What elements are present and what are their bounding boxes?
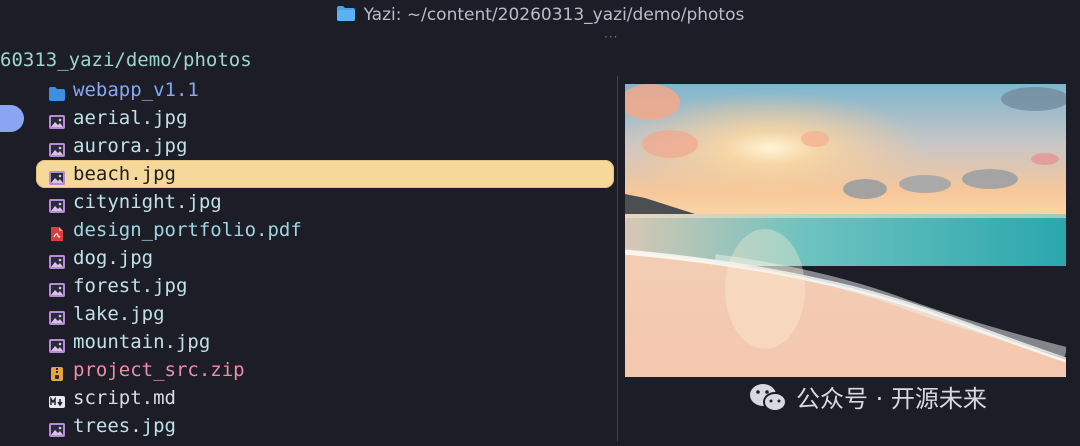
parent-pane-selection[interactable] [0,105,24,132]
watermark: 公众号 · 开源未来 [748,382,987,422]
window-titlebar: Yazi: ~/content/20260313_yazi/demo/photo… [0,0,1080,30]
file-name: forest.jpg [73,275,188,297]
file-row[interactable]: aurora.jpg [36,132,614,160]
file-row[interactable]: forest.jpg [36,272,614,300]
pane-overflow-dots: ··· [604,30,619,44]
file-row[interactable]: webapp_v1.1 [36,76,614,104]
wechat-icon [748,382,788,422]
file-name: mountain.jpg [73,331,211,353]
pdf-icon [48,222,66,241]
file-name: aurora.jpg [73,135,188,157]
pane-divider [617,76,618,442]
folder-icon [336,2,356,32]
image-icon [48,306,66,325]
markdown-icon [48,390,66,408]
file-list: webapp_v1.1 aerial.jpg aurora.jpg beach.jpg… [36,76,614,440]
file-name: beach.jpg [73,163,176,185]
file-row-selected[interactable]: beach.jpg [36,160,614,188]
file-row[interactable]: design_portfolio.pdf [36,216,614,244]
file-row[interactable]: dog.jpg [36,244,614,272]
image-icon [48,194,66,213]
image-icon [48,166,66,185]
image-preview [625,84,1066,377]
image-icon [48,418,66,437]
file-row[interactable]: trees.jpg [36,412,614,440]
file-name: citynight.jpg [73,191,222,213]
file-row[interactable]: aerial.jpg [36,104,614,132]
zip-icon [48,362,66,381]
file-row[interactable]: project_src.zip [36,356,614,384]
folder-icon [48,82,66,101]
file-name: webapp_v1.1 [73,79,199,101]
current-path: 60313_yazi/demo/photos [0,49,252,71]
image-icon [48,250,66,269]
file-row[interactable]: citynight.jpg [36,188,614,216]
file-name: design_portfolio.pdf [73,219,302,241]
file-row[interactable]: mountain.jpg [36,328,614,356]
file-name: lake.jpg [73,303,165,325]
file-name: project_src.zip [73,359,245,381]
image-icon [48,110,66,129]
file-name: dog.jpg [73,247,154,269]
image-icon [48,334,66,353]
file-name: script.md [73,387,176,409]
image-icon [48,278,66,297]
file-row[interactable]: script.md [36,384,614,412]
file-name: aerial.jpg [73,107,188,129]
watermark-text: 公众号 · 开源未来 [796,385,987,413]
file-name: trees.jpg [73,415,176,437]
file-row[interactable]: lake.jpg [36,300,614,328]
image-icon [48,138,66,157]
window-title: Yazi: ~/content/20260313_yazi/demo/photo… [363,5,745,25]
